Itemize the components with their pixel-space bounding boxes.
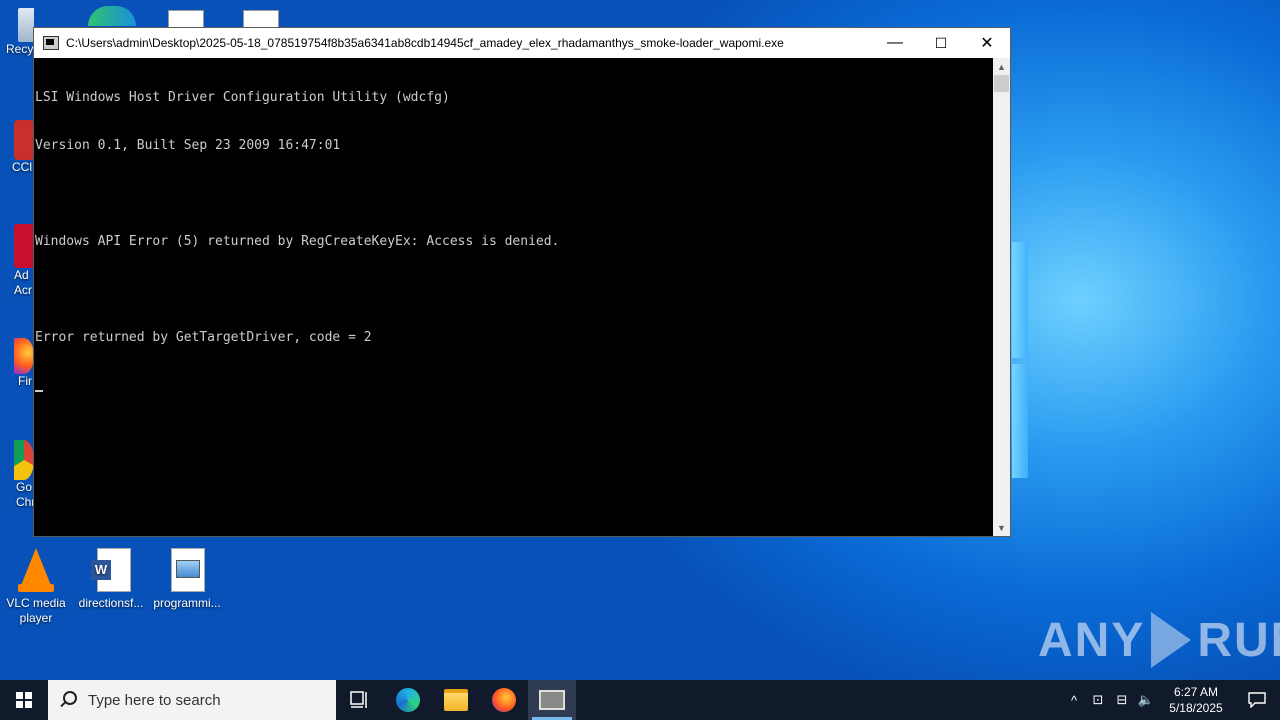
console-app-icon bbox=[539, 690, 565, 710]
close-icon: ✕ bbox=[980, 35, 994, 52]
close-button[interactable]: ✕ bbox=[964, 28, 1010, 58]
desktop-icon-firefox[interactable]: Fir bbox=[0, 338, 34, 389]
desktop-icon-label: directionsf... bbox=[78, 596, 144, 610]
chevron-up-icon: ▲ bbox=[997, 61, 1006, 72]
taskbar-edge[interactable] bbox=[384, 680, 432, 720]
vertical-scrollbar[interactable]: ▲ ▼ bbox=[993, 58, 1010, 536]
chrome-icon bbox=[14, 440, 34, 480]
network-icon[interactable]: ⊟ bbox=[1110, 692, 1134, 708]
desktop-icon-label: Recy bbox=[6, 42, 34, 56]
edge-desktop-icon-partial bbox=[88, 6, 136, 26]
watermark-text-right: RUN bbox=[1197, 613, 1280, 667]
desktop-icon-adobe[interactable]: Ad Acr bbox=[0, 224, 34, 298]
taskbar-firefox[interactable] bbox=[480, 680, 528, 720]
console-line: LSI Windows Host Driver Configuration Ut… bbox=[35, 90, 450, 105]
desktop-icon-vlc[interactable]: VLC media player bbox=[1, 548, 71, 626]
volume-icon[interactable]: 🔈 bbox=[1134, 692, 1158, 708]
taskbar: Type here to search ^ ⊡ ⊟ 🔈 6:27 AM 5/18… bbox=[0, 680, 1280, 720]
console-line: Windows API Error (5) returned by RegCre… bbox=[35, 234, 560, 249]
console-cursor-line bbox=[35, 378, 995, 394]
desktop-icon-label: VLC media player bbox=[6, 596, 66, 625]
console-line: Error returned by GetTargetDriver, code … bbox=[35, 330, 372, 345]
taskbar-console-app[interactable] bbox=[528, 680, 576, 720]
network-device-icon[interactable]: ⊡ bbox=[1086, 692, 1110, 708]
desktop-icon-directions-doc[interactable]: W directionsf... bbox=[76, 548, 146, 611]
console-app-icon bbox=[43, 36, 59, 50]
console-line: Version 0.1, Built Sep 23 2009 16:47:01 bbox=[35, 138, 341, 153]
scroll-down-button[interactable]: ▼ bbox=[993, 519, 1010, 536]
desktop-icon-ccleaner[interactable]: CCl bbox=[0, 120, 34, 175]
search-icon bbox=[60, 691, 78, 709]
desktop-icon-label: Fir bbox=[18, 374, 32, 388]
taskbar-file-explorer[interactable] bbox=[432, 680, 480, 720]
console-window[interactable]: C:\Users\admin\Desktop\2025-05-18_078519… bbox=[33, 27, 1011, 537]
scrollbar-thumb[interactable] bbox=[994, 75, 1009, 92]
window-titlebar[interactable]: C:\Users\admin\Desktop\2025-05-18_078519… bbox=[34, 28, 1010, 58]
chevron-down-icon: ▼ bbox=[997, 522, 1006, 533]
taskbar-clock[interactable]: 6:27 AM 5/18/2025 bbox=[1158, 684, 1234, 716]
desktop-icon-label: Go Chr bbox=[16, 480, 34, 509]
system-tray: ^ ⊡ ⊟ 🔈 6:27 AM 5/18/2025 bbox=[1062, 680, 1280, 720]
notification-button[interactable] bbox=[1234, 692, 1280, 708]
clock-date: 5/18/2025 bbox=[1169, 701, 1223, 715]
start-button[interactable] bbox=[0, 680, 48, 720]
adobe-acrobat-icon bbox=[14, 224, 34, 268]
ccleaner-icon bbox=[14, 120, 34, 160]
search-placeholder: Type here to search bbox=[88, 691, 221, 709]
firefox-icon bbox=[492, 688, 516, 712]
image-file-icon bbox=[167, 548, 207, 592]
folder-icon bbox=[444, 689, 468, 711]
notification-icon bbox=[1248, 692, 1266, 708]
windows-start-icon bbox=[16, 692, 32, 708]
window-title: C:\Users\admin\Desktop\2025-05-18_078519… bbox=[66, 36, 784, 50]
desktop-icon-recycle-bin[interactable]: Recy bbox=[0, 8, 34, 57]
task-view-icon bbox=[350, 691, 367, 708]
desktop-icon-chrome[interactable]: Go Chr bbox=[0, 440, 34, 510]
maximize-icon: ☐ bbox=[934, 34, 948, 51]
text-cursor bbox=[35, 390, 43, 392]
word-document-icon: W bbox=[91, 548, 131, 592]
edge-icon bbox=[396, 688, 420, 712]
task-view-button[interactable] bbox=[336, 680, 384, 720]
taskbar-search-box[interactable]: Type here to search bbox=[48, 680, 336, 720]
desktop-icon-label: Ad Acr bbox=[14, 268, 32, 297]
play-icon bbox=[1151, 612, 1192, 668]
windows-logo-pane-bottom bbox=[1012, 364, 1028, 478]
chevron-up-icon[interactable]: ^ bbox=[1062, 693, 1086, 708]
watermark-text-left: ANY bbox=[1038, 613, 1146, 667]
maximize-button[interactable]: ☐ bbox=[918, 28, 964, 58]
clock-time: 6:27 AM bbox=[1173, 685, 1219, 699]
desktop-icon-programmi-file[interactable]: programmi... bbox=[152, 548, 222, 611]
windows-logo-pane-top bbox=[1012, 242, 1028, 358]
vlc-icon bbox=[16, 548, 56, 592]
anyrun-watermark: ANY RUN bbox=[1038, 612, 1280, 668]
scroll-up-button[interactable]: ▲ bbox=[993, 58, 1010, 75]
firefox-icon bbox=[14, 338, 34, 374]
console-output[interactable]: LSI Windows Host Driver Configuration Ut… bbox=[34, 58, 995, 536]
desktop-icon-label: programmi... bbox=[153, 596, 221, 610]
minimize-icon: — bbox=[887, 34, 903, 51]
recycle-bin-icon bbox=[18, 8, 34, 42]
minimize-button[interactable]: — bbox=[872, 28, 918, 58]
desktop-icon-label: CCl bbox=[12, 160, 32, 174]
